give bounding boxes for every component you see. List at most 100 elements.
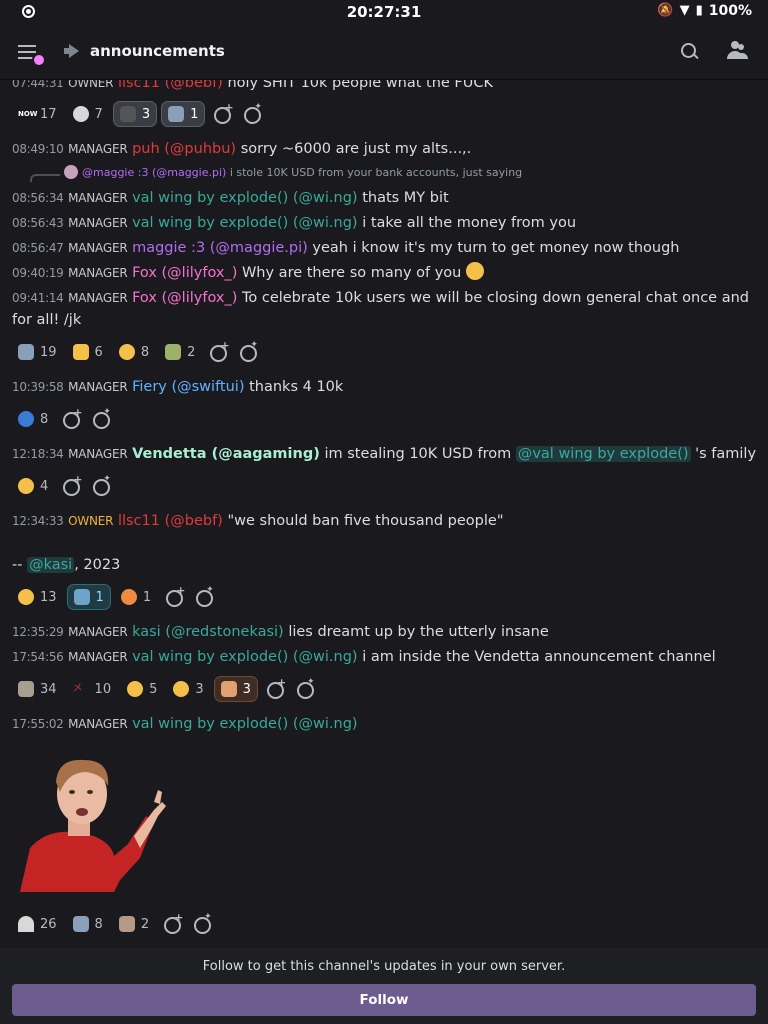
message[interactable]: 08:49:10 MANAGER puh (@puhbu) sorry ~600…	[12, 138, 754, 160]
reaction[interactable]: 3	[112, 101, 158, 127]
reaction[interactable]: 8	[113, 339, 155, 365]
message[interactable]: 09:41:14 MANAGER Fox (@lilyfox_) To cele…	[12, 287, 754, 331]
follow-button[interactable]: Follow	[12, 984, 756, 1016]
reaction[interactable]: 26	[12, 911, 63, 937]
add-super-reaction-icon[interactable]	[88, 406, 114, 432]
reaction[interactable]: メ 10	[67, 676, 118, 702]
reply-connector	[30, 174, 60, 182]
reaction[interactable]: 3	[213, 676, 258, 702]
message-author[interactable]: Fox (@lilyfox_)	[132, 290, 237, 306]
reaction[interactable]: 1	[66, 584, 111, 610]
battery-level: 100%	[708, 3, 752, 19]
weary-face-emoji-icon	[127, 681, 144, 697]
message[interactable]: 17:54:56 MANAGER val wing by explode() (…	[12, 646, 754, 668]
custom-emoji-icon	[18, 344, 34, 360]
message-author[interactable]: val wing by explode() (@wi.ng)	[132, 716, 358, 732]
message[interactable]: 12:35:29 MANAGER kasi (@redstonekasi) li…	[12, 621, 754, 643]
reaction[interactable]: NOW 17	[12, 101, 63, 127]
reaction[interactable]: 2	[113, 911, 155, 937]
add-reaction-icon[interactable]	[58, 473, 84, 499]
message[interactable]: 17:55:02 MANAGER val wing by explode() (…	[12, 713, 754, 735]
message[interactable]: 10:39:58 MANAGER Fiery (@swiftui) thanks…	[12, 376, 754, 398]
message-author[interactable]: kasi (@redstonekasi)	[132, 624, 284, 640]
message-feed[interactable]: 07:44:31 OWNER llsc11 (@bebf) holy SHIT …	[0, 80, 768, 948]
reply-preview[interactable]: @maggie :3 (@maggie.pi) i stole 10K USD …	[64, 165, 522, 180]
message[interactable]: 09:40:19 MANAGER Fox (@lilyfox_) Why are…	[12, 262, 754, 284]
custom-emoji-icon	[18, 916, 34, 932]
channel-title: announcements	[90, 42, 225, 60]
follow-description: Follow to get this channel's updates in …	[202, 959, 566, 974]
user-mention[interactable]: @val wing by explode()	[515, 446, 691, 462]
add-super-reaction-icon[interactable]	[88, 473, 114, 499]
add-super-reaction-icon[interactable]	[292, 676, 318, 702]
eye-roll-emoji-icon	[18, 478, 34, 494]
message-author[interactable]: val wing by explode() (@wi.ng)	[132, 215, 358, 231]
channel-header: announcements	[0, 26, 768, 80]
custom-emoji-icon	[118, 916, 135, 932]
reaction[interactable]: 3	[167, 676, 209, 702]
add-reaction-icon[interactable]	[161, 584, 187, 610]
reaction[interactable]: 19	[12, 339, 63, 365]
search-icon[interactable]	[680, 42, 700, 62]
message-author[interactable]: puh (@puhbu)	[132, 141, 236, 157]
follow-bar: Follow to get this channel's updates in …	[0, 948, 768, 1024]
reaction-bar: 26 8 2	[12, 911, 215, 937]
user-mention[interactable]: @kasi	[27, 557, 75, 573]
custom-emoji-icon	[18, 411, 34, 427]
status-bar: 20:27:31 🔕 ▼ ▮ 100%	[0, 0, 768, 24]
wifi-icon: ▼	[679, 3, 690, 18]
face-emoji-icon	[118, 344, 135, 360]
record-icon	[22, 5, 35, 18]
message[interactable]: 07:44:31 OWNER llsc11 (@bebf) holy SHIT …	[12, 80, 754, 94]
custom-emoji-icon	[73, 589, 90, 605]
add-super-reaction-icon[interactable]	[191, 584, 217, 610]
reaction[interactable]: 5	[121, 676, 163, 702]
message-author[interactable]: val wing by explode() (@wi.ng)	[132, 649, 358, 665]
message-quote-line: -- @kasi, 2023	[12, 557, 121, 573]
reaction[interactable]: 8	[12, 406, 54, 432]
sticker-image[interactable]	[16, 752, 166, 892]
add-reaction-icon[interactable]	[205, 339, 231, 365]
add-reaction-icon[interactable]	[159, 911, 185, 937]
custom-emoji-icon	[220, 681, 237, 697]
reaction-bar: NOW 17 7 3 1	[12, 101, 265, 127]
custom-emoji-icon	[72, 916, 89, 932]
add-super-reaction-icon[interactable]	[239, 101, 265, 127]
message-author[interactable]: maggie :3 (@maggie.pi)	[132, 240, 308, 256]
reaction[interactable]: 7	[67, 101, 109, 127]
custom-emoji-icon	[119, 106, 136, 122]
now-emoji-icon: NOW	[18, 110, 38, 118]
message-author[interactable]: llsc11 (@bebf)	[118, 513, 223, 529]
add-reaction-icon[interactable]	[262, 676, 288, 702]
message-author[interactable]: val wing by explode() (@wi.ng)	[132, 190, 358, 206]
menu-icon[interactable]	[18, 45, 46, 67]
reaction[interactable]: 6	[67, 339, 109, 365]
add-reaction-icon[interactable]	[209, 101, 235, 127]
members-icon[interactable]	[726, 41, 748, 61]
status-right: 🔕 ▼ ▮ 100%	[657, 3, 752, 19]
add-reaction-icon[interactable]	[58, 406, 84, 432]
reaction[interactable]: 1	[115, 584, 157, 610]
reaction[interactable]: 34	[12, 676, 63, 702]
add-super-reaction-icon[interactable]	[189, 911, 215, 937]
message[interactable]: 08:56:43 MANAGER val wing by explode() (…	[12, 212, 754, 234]
reaction[interactable]: 13	[12, 584, 63, 610]
message-author[interactable]: Fox (@lilyfox_)	[132, 265, 237, 281]
message[interactable]: 12:34:33 OWNER llsc11 (@bebf) "we should…	[12, 510, 754, 532]
eyes-emoji-icon	[72, 106, 89, 122]
reaction[interactable]: 1	[161, 101, 206, 127]
add-super-reaction-icon[interactable]	[235, 339, 261, 365]
reaction[interactable]: 2	[159, 339, 201, 365]
message-author[interactable]: Fiery (@swiftui)	[132, 379, 244, 395]
message-author[interactable]: Vendetta (@aagaming)	[132, 446, 320, 462]
message[interactable]: 12:18:34 MANAGER Vendetta (@aagaming) im…	[12, 443, 756, 465]
reaction-bar: 8	[12, 406, 114, 432]
message-author[interactable]: llsc11 (@bebf)	[118, 80, 223, 91]
reaction-bar: 4	[12, 473, 114, 499]
message[interactable]: 08:56:47 MANAGER maggie :3 (@maggie.pi) …	[12, 237, 754, 259]
message[interactable]: 08:56:34 MANAGER val wing by explode() (…	[12, 187, 754, 209]
reaction[interactable]: 8	[67, 911, 109, 937]
thumbs-up-emoji-icon	[72, 344, 89, 360]
status-time: 20:27:31	[346, 3, 422, 21]
reaction[interactable]: 4	[12, 473, 54, 499]
